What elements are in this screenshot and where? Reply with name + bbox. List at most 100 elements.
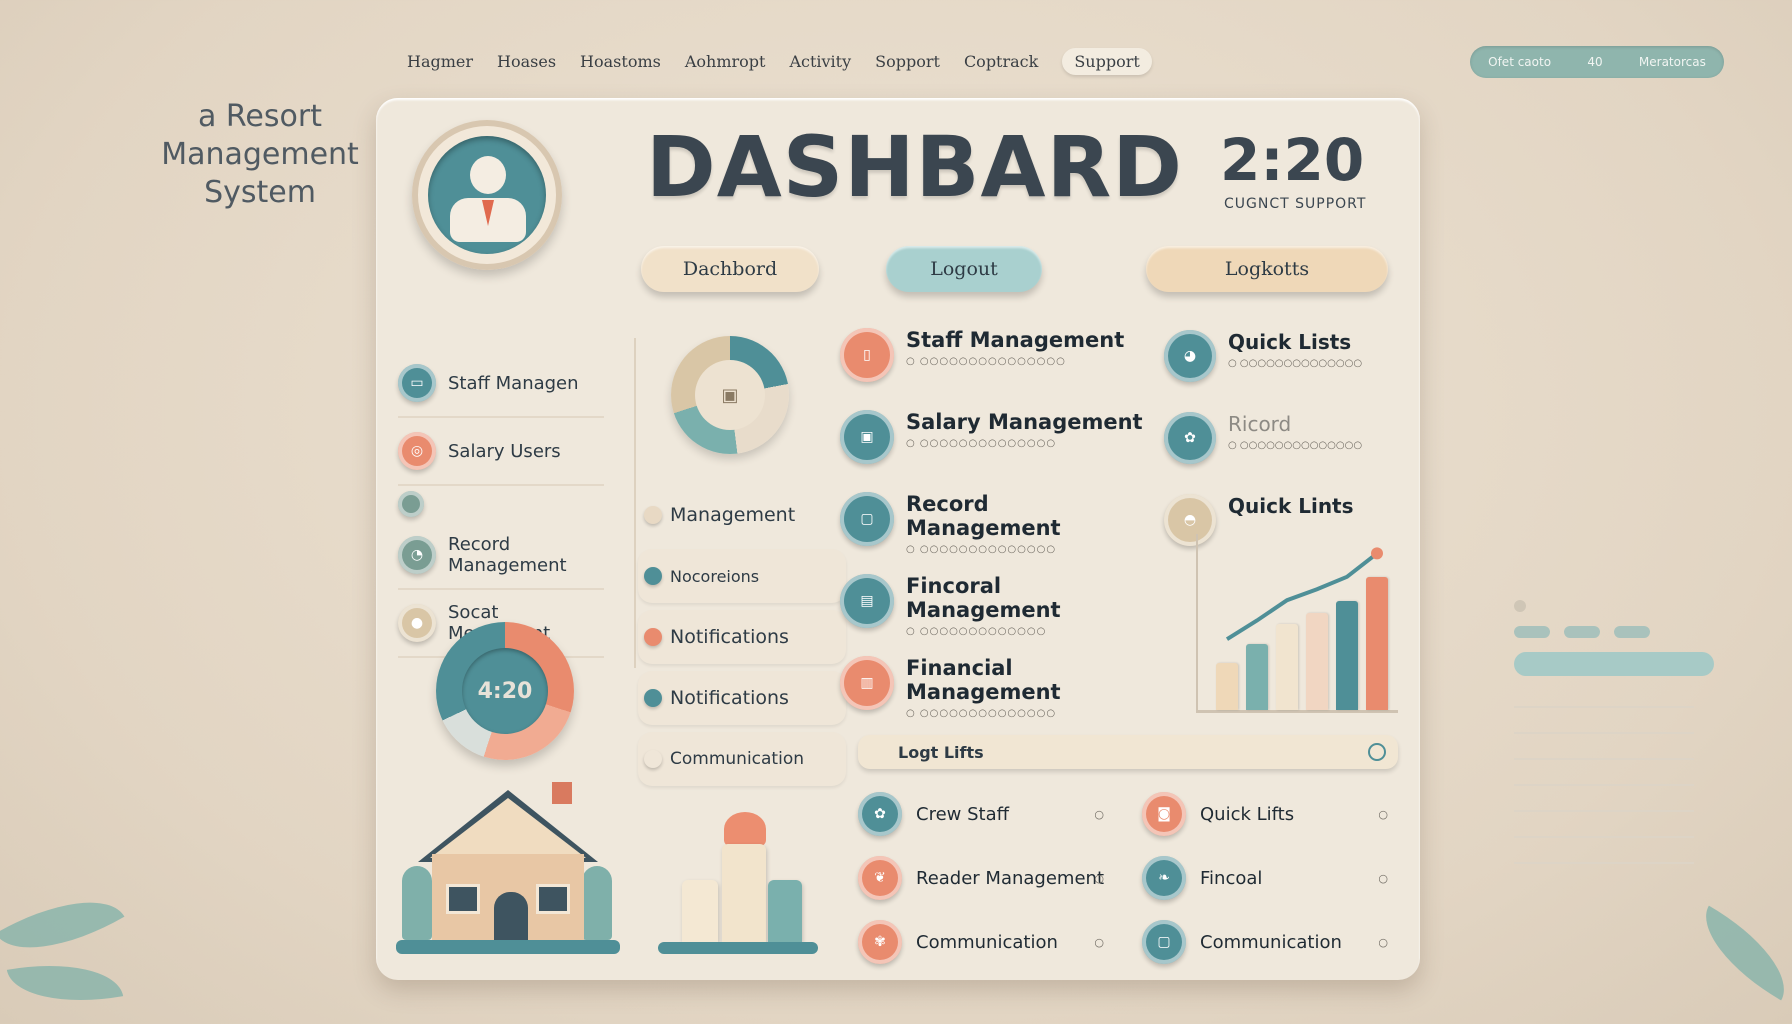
- log-lists-bar[interactable]: Logt Lifts: [858, 735, 1398, 769]
- bar-chart: [1196, 534, 1398, 713]
- quick-item-lists[interactable]: ◕ Quick Lists ○ ○○○○○○○○○○○○○○: [1164, 326, 1384, 408]
- bullet-icon: [644, 567, 662, 585]
- clock-subtitle: CUGNCT SUPPORT: [1224, 196, 1367, 212]
- status-pill-count: 40: [1587, 55, 1603, 69]
- bottom-item-label: Reader Management: [916, 867, 1104, 889]
- feature-label: Salary Management: [906, 410, 1143, 434]
- feature-list: ▯ Staff Management ○ ○○○○○○○○○○○○○○○ ▣ Sa…: [840, 324, 1150, 734]
- logkotts-button[interactable]: Logkotts: [1146, 246, 1388, 292]
- leaf-decoration: [0, 873, 125, 977]
- feature-sub: ○ ○○○○○○○○○○○○○: [906, 626, 1047, 637]
- feature-fincoral-management[interactable]: ▤ Fincoral Management ○ ○○○○○○○○○○○○○: [840, 570, 1150, 652]
- quick-sub: ○ ○○○○○○○○○○○○○○: [1228, 440, 1363, 451]
- nav-item-support[interactable]: Support: [1062, 48, 1152, 75]
- tree-icon: [582, 866, 612, 940]
- quick-label: Ricord: [1228, 412, 1292, 436]
- feature-label: Fincoral Management: [906, 574, 1061, 622]
- chart-bar: [1276, 624, 1298, 710]
- bottom-item-fincoal[interactable]: ❧ Fincoal ○: [1142, 846, 1398, 910]
- column-divider: [634, 338, 636, 668]
- nav-item-hoases[interactable]: Hoases: [485, 48, 568, 75]
- sidebar-item-staff[interactable]: ▭ Staff Managen: [398, 350, 604, 418]
- feature-staff-management[interactable]: ▯ Staff Management ○ ○○○○○○○○○○○○○○○: [840, 324, 1150, 406]
- list-item-notifications-2[interactable]: Notifications: [638, 671, 846, 725]
- user-icon: [428, 136, 546, 254]
- list-item-label: Nocoreions: [670, 566, 760, 586]
- ring-chart-mid: ▣: [671, 336, 789, 454]
- bottom-item-label: Crew Staff: [916, 803, 1010, 825]
- feature-record-management[interactable]: ▢ Record Management ○ ○○○○○○○○○○○○○○: [840, 488, 1150, 570]
- list-item-nocoreions[interactable]: Nocoreions: [638, 549, 846, 603]
- ricord-icon: ✿: [1164, 412, 1216, 464]
- chart-bar: [1366, 577, 1388, 710]
- bottom-item-quick-lifts[interactable]: ◙ Quick Lifts ○: [1142, 782, 1398, 846]
- coin-icon: ◎: [398, 432, 436, 470]
- feature-sub: ○ ○○○○○○○○○○○○○○: [906, 708, 1057, 719]
- bottom-item-label: Communication: [916, 931, 1058, 953]
- quick-lists-icon: ◕: [1164, 330, 1216, 382]
- sidebar-item-empty[interactable]: [398, 486, 604, 522]
- dashboard-panel: DASHBARD 2:20 CUGNCT SUPPORT Dachbord Lo…: [376, 98, 1420, 980]
- mid-list: Management Nocoreions Notifications Noti…: [638, 488, 846, 793]
- left-sidebar: ▭ Staff Managen ◎ Salary Users ◔ Record …: [398, 350, 604, 658]
- staff-icon: ▯: [840, 328, 894, 382]
- bottom-item-communication[interactable]: ✾ Communication ○: [858, 910, 1114, 974]
- user-avatar[interactable]: [412, 120, 562, 270]
- bottom-item-label: Fincoal: [1200, 867, 1263, 889]
- tree-icon: [402, 866, 432, 940]
- id-card-icon: ▭: [398, 364, 436, 402]
- nav-item-hoastoms[interactable]: Hoastoms: [568, 48, 673, 75]
- nav-item-hagmer[interactable]: Hagmer: [395, 48, 485, 75]
- status-pill-label: Meratorcas: [1638, 55, 1706, 69]
- bottom-item-reader-management[interactable]: ❦ Reader Management ○: [858, 846, 1114, 910]
- nav-item-activity[interactable]: Activity: [777, 48, 863, 75]
- reader-icon: ❦: [858, 856, 902, 900]
- page-title: DASHBARD: [646, 118, 1183, 216]
- feature-label: Staff Management: [906, 328, 1125, 352]
- brand-title: a Resort Management System: [161, 99, 359, 210]
- fincoal-icon: ❧: [1142, 856, 1186, 900]
- bullet-icon: [644, 506, 662, 524]
- feature-sub: ○ ○○○○○○○○○○○○○○: [906, 438, 1057, 449]
- logout-button[interactable]: Logout: [886, 246, 1042, 292]
- list-item-label: Communication: [670, 749, 804, 769]
- social-icon: ●: [398, 604, 436, 642]
- small-dot-icon: [398, 491, 424, 517]
- expand-icon[interactable]: [1368, 743, 1386, 761]
- sidebar-item-label: Salary Users: [448, 440, 561, 462]
- list-item-communication[interactable]: Communication: [638, 732, 846, 786]
- communication-icon: ▢: [1142, 920, 1186, 964]
- clock-display: 2:20: [1220, 126, 1365, 194]
- nav-item-aohmropt[interactable]: Aohmropt: [673, 48, 778, 75]
- feature-salary-management[interactable]: ▣ Salary Management ○ ○○○○○○○○○○○○○○: [840, 406, 1150, 488]
- sidebar-item-salary[interactable]: ◎ Salary Users: [398, 418, 604, 486]
- feature-financial-management[interactable]: ▥ Financial Management ○ ○○○○○○○○○○○○○○: [840, 652, 1150, 734]
- lock-icon: ▣: [695, 360, 765, 430]
- status-pill-text: Ofet caoto: [1488, 55, 1552, 69]
- bullet-icon: [644, 750, 662, 768]
- top-right-status-pill[interactable]: Ofet caoto 40 Meratorcas: [1470, 46, 1724, 78]
- quick-icon: ◙: [1142, 792, 1186, 836]
- finance-icon: ▤: [840, 574, 894, 628]
- feature-sub: ○ ○○○○○○○○○○○○○○○: [906, 356, 1066, 367]
- dashboard-button[interactable]: Dachbord: [641, 246, 819, 292]
- bottom-item-communication-2[interactable]: ▢ Communication ○: [1142, 910, 1398, 974]
- pillars-illustration: [658, 812, 818, 954]
- chart-bar: [1216, 663, 1238, 710]
- sidebar-item-label: Staff Managen: [448, 372, 579, 394]
- log-lists-label: Logt Lifts: [898, 742, 984, 762]
- bottom-item-crew-staff[interactable]: ✿ Crew Staff ○: [858, 782, 1114, 846]
- bullet-icon: [644, 689, 662, 707]
- salary-icon: ▣: [840, 410, 894, 464]
- record-icon: ▢: [840, 492, 894, 546]
- sidebar-item-record[interactable]: ◔ Record Management: [398, 522, 604, 590]
- nav-item-sopport[interactable]: Sopport: [863, 48, 952, 75]
- quick-item-ricord[interactable]: ✿ Ricord ○ ○○○○○○○○○○○○○○: [1164, 408, 1384, 490]
- list-item-management[interactable]: Management: [638, 488, 846, 542]
- bullet-icon: [644, 628, 662, 646]
- list-item-label: Notifications: [670, 687, 789, 709]
- list-item-notifications[interactable]: Notifications: [638, 610, 846, 664]
- sidebar-item-label: Record Management: [448, 534, 567, 576]
- communication-icon: ✾: [858, 920, 902, 964]
- nav-item-coptrack[interactable]: Coptrack: [952, 48, 1050, 75]
